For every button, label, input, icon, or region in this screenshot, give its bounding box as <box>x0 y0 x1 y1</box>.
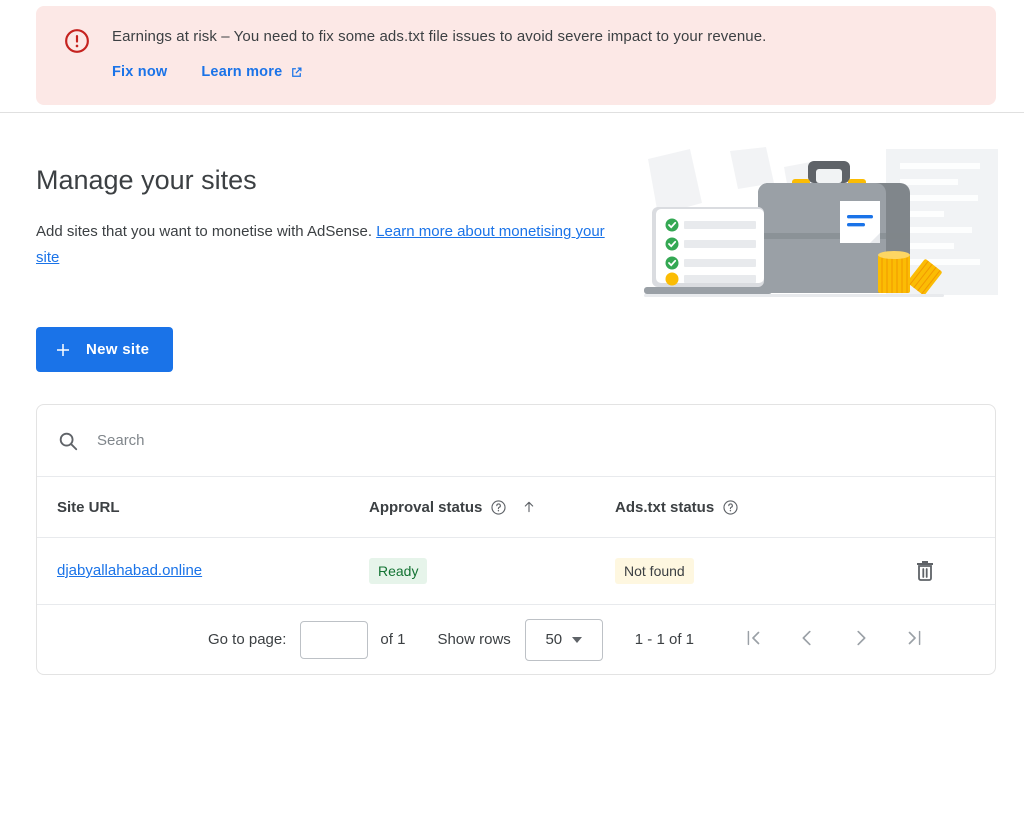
pagination-bar: Go to page: of 1 Show rows 50 1 - 1 of 1 <box>37 605 995 674</box>
new-site-label: New site <box>86 341 150 358</box>
delete-site-button[interactable] <box>909 554 941 589</box>
alert-banner-region: Earnings at risk – You need to fix some … <box>0 0 1024 113</box>
status-badge-approval: Ready <box>369 558 428 584</box>
help-circle-icon[interactable] <box>490 499 507 516</box>
search-input[interactable] <box>95 431 995 450</box>
next-page-button[interactable] <box>846 625 876 654</box>
page-subtitle: Add sites that you want to monetise with… <box>36 219 616 271</box>
pagination-nav <box>738 625 930 654</box>
trash-icon <box>913 558 937 585</box>
cell-approval-status: Ready <box>369 558 615 584</box>
chevron-down-icon <box>572 636 583 643</box>
new-site-button[interactable]: New site <box>36 327 174 372</box>
briefcase-checklist-coins-illustration <box>638 145 998 305</box>
page-title: Manage your sites <box>36 165 257 195</box>
learn-more-label: Learn more <box>201 64 283 80</box>
site-url-link[interactable]: djabyallahabad.online <box>57 562 202 579</box>
sites-table-card: Site URL Approval status <box>36 404 996 675</box>
fix-now-link[interactable]: Fix now <box>112 64 167 80</box>
column-header-ads-txt-status-label: Ads.txt status <box>615 498 715 516</box>
go-to-page-input[interactable] <box>300 620 369 659</box>
page-subtitle-text: Add sites that you want to monetise with… <box>36 223 377 240</box>
last-page-button[interactable] <box>900 625 930 654</box>
arrow-up-icon[interactable] <box>521 499 537 515</box>
cell-actions <box>855 554 995 589</box>
main-content: Manage your sites Add sites that you wan… <box>0 113 1024 675</box>
learn-more-link[interactable]: Learn more <box>201 64 304 80</box>
last-page-icon <box>904 627 926 652</box>
pagination-range-label: 1 - 1 of 1 <box>634 631 694 648</box>
search-icon <box>57 430 79 452</box>
rows-per-page-value: 50 <box>545 631 563 648</box>
go-to-page-label: Go to page: <box>208 631 287 648</box>
show-rows-label: Show rows <box>437 631 511 648</box>
hero-section: Manage your sites Add sites that you wan… <box>0 113 1024 313</box>
next-page-icon <box>850 627 872 652</box>
cell-ads-txt-status: Not found <box>615 558 855 584</box>
plus-icon <box>54 341 72 359</box>
earnings-at-risk-banner: Earnings at risk – You need to fix some … <box>36 6 996 105</box>
banner-actions: Fix now Learn more <box>112 64 976 80</box>
cell-site-url: djabyallahabad.online <box>37 562 369 580</box>
banner-message: Earnings at risk – You need to fix some … <box>112 28 767 45</box>
rows-per-page-select[interactable]: 50 <box>524 618 603 661</box>
previous-page-button[interactable] <box>792 625 822 654</box>
previous-page-icon <box>796 627 818 652</box>
column-header-ads-txt-status[interactable]: Ads.txt status <box>615 499 855 516</box>
status-badge-ads-txt: Not found <box>615 558 694 584</box>
help-circle-icon[interactable] <box>722 499 739 516</box>
column-header-approval-status-label: Approval status <box>369 498 483 516</box>
column-header-site-url[interactable]: Site URL <box>37 499 369 516</box>
search-row[interactable] <box>37 405 995 477</box>
banner-body: Earnings at risk – You need to fix some … <box>112 22 976 105</box>
table-header-row: Site URL Approval status Ads.txt status <box>37 477 995 538</box>
column-header-approval-status[interactable]: Approval status <box>369 499 615 516</box>
first-page-icon <box>742 627 764 652</box>
page-count-label: of 1 <box>380 631 406 648</box>
first-page-button[interactable] <box>738 625 768 654</box>
error-circle-icon <box>64 28 90 54</box>
column-header-site-url-label: Site URL <box>57 498 120 516</box>
table-row: djabyallahabad.online Ready Not found <box>37 538 995 605</box>
external-link-icon <box>289 65 304 80</box>
